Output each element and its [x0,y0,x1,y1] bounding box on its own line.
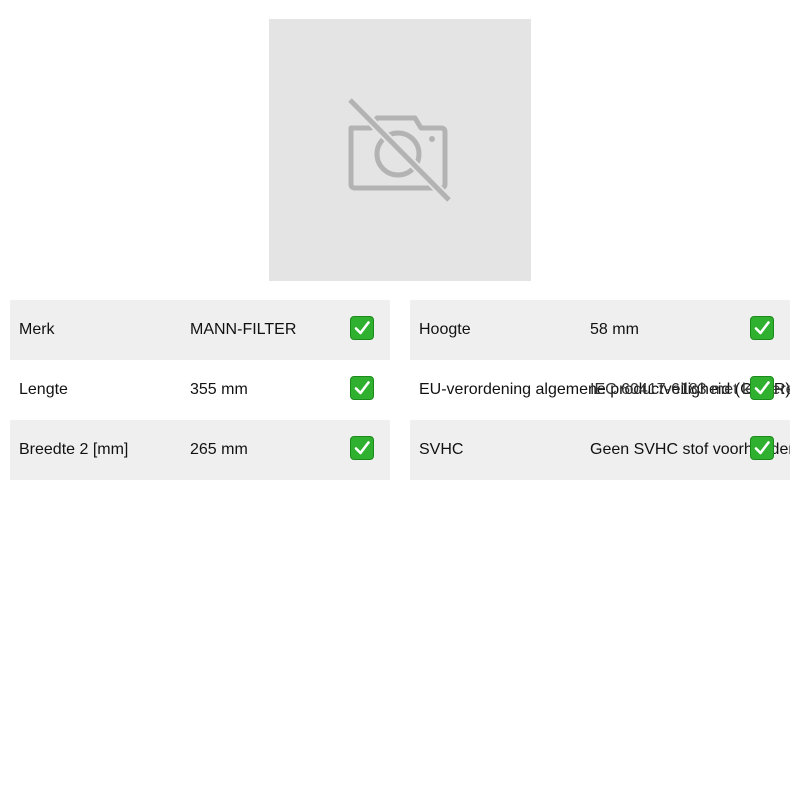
spec-value: 265 mm [190,441,248,458]
spec-table-right: Hoogte 58 mm EU-verordening algemene pro… [410,300,790,480]
spec-row-height: Hoogte 58 mm [410,300,790,360]
spec-row-svhc: SVHC Geen SVHC stof voorhanden [410,420,790,480]
product-image-placeholder [269,19,531,281]
spec-value: 58 mm [590,321,639,338]
check-icon [750,376,774,400]
camera-off-icon [346,98,453,204]
spec-label: Lengte [19,381,68,398]
spec-label: Merk [19,321,55,338]
spec-label: SVHC [419,441,464,458]
check-icon [750,436,774,460]
spec-row-brand: Merk MANN-FILTER [10,300,390,360]
spec-value: 355 mm [190,381,248,398]
spec-row-gpsr: EU-verordening algemene productveilighei… [410,360,790,420]
check-icon [350,316,374,340]
spec-row-width: Breedte 2 [mm] 265 mm [10,420,390,480]
check-icon [750,316,774,340]
spec-row-length: Lengte 355 mm [10,360,390,420]
check-icon [350,436,374,460]
check-icon [350,376,374,400]
spec-label: Breedte 2 [mm] [19,441,129,458]
spec-label: Hoogte [419,321,471,338]
spec-table-left: Merk MANN-FILTER Lengte 355 mm Breedte 2… [10,300,390,480]
spec-value: MANN-FILTER [190,321,297,338]
